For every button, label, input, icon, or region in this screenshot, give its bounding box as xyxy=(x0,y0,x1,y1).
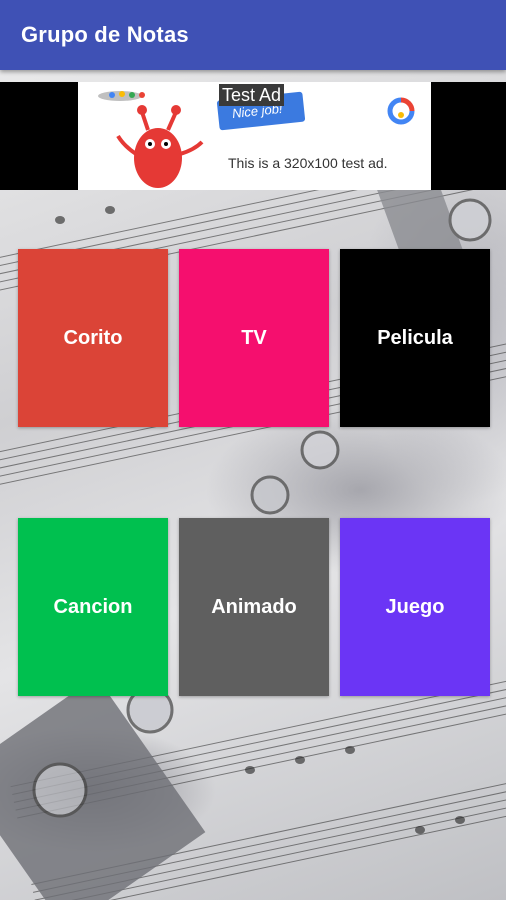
tile-animado[interactable]: Animado xyxy=(179,518,329,696)
tile-juego[interactable]: Juego xyxy=(340,518,490,696)
tile-pelicula[interactable]: Pelicula xyxy=(340,249,490,427)
test-ad-label: Test Ad xyxy=(219,84,285,106)
app-bar: Grupo de Notas xyxy=(0,0,506,70)
tile-corito[interactable]: Corito xyxy=(18,249,168,427)
tile-cancion[interactable]: Cancion xyxy=(18,518,168,696)
ad-description: This is a 320x100 test ad. xyxy=(228,155,388,171)
ads-logo-icon xyxy=(387,97,415,125)
banner-ad[interactable]: Nice job! Test Ad This is a 320x100 test… xyxy=(0,82,506,190)
tile-tv[interactable]: TV xyxy=(179,249,329,427)
sheet-music-background xyxy=(0,70,506,900)
ad-mascot-illustration xyxy=(98,91,204,188)
app-title: Grupo de Notas xyxy=(21,22,189,47)
ad-content[interactable]: Nice job! Test Ad This is a 320x100 test… xyxy=(78,82,431,190)
